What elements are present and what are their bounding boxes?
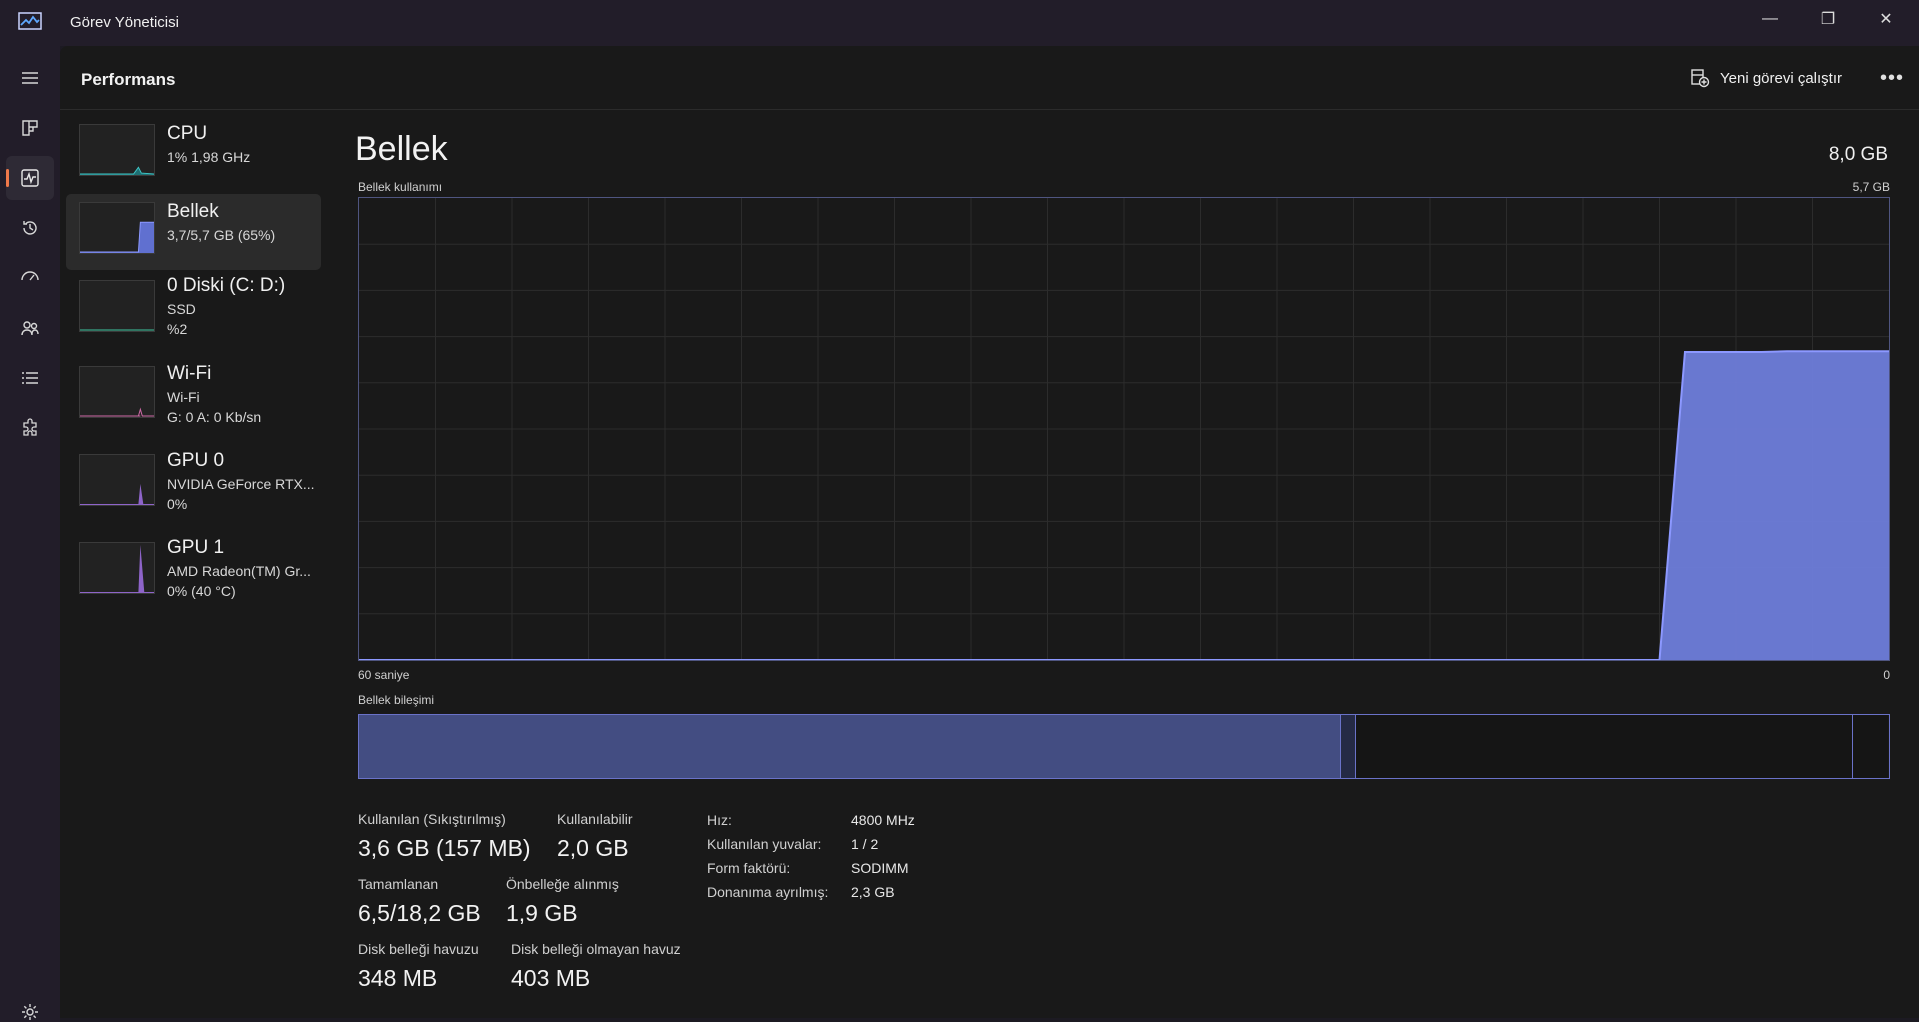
restore-button[interactable]: ❐ — [1795, 0, 1861, 38]
memory-composition-bar[interactable] — [358, 714, 1890, 779]
device-detail-2: G: 0 A: 0 Kb/sn — [167, 409, 262, 425]
device-wifi[interactable]: Wi-Fi Wi-Fi G: 0 A: 0 Kb/sn — [66, 356, 321, 432]
nonpaged-pool-label: Disk belleği olmayan havuz — [511, 941, 681, 957]
nav-startup-apps[interactable] — [6, 256, 54, 300]
memory-thumbnail — [79, 202, 155, 254]
services-puzzle-icon — [23, 418, 37, 436]
device-name: 0 Diski (C: D:) — [167, 275, 286, 296]
device-memory[interactable]: Bellek 3,7/5,7 GB (65%) — [66, 194, 321, 270]
device-name: Wi-Fi — [167, 363, 212, 384]
in-use-value: 3,6 GB (157 MB) — [358, 835, 531, 861]
nav-users[interactable] — [6, 306, 54, 350]
composition-label: Bellek bileşimi — [358, 693, 435, 707]
slots-key: Kullanılan yuvalar: — [707, 836, 822, 852]
composition-standby[interactable] — [1356, 715, 1853, 778]
device-cpu[interactable]: CPU 1% 1,98 GHz — [66, 116, 321, 192]
composition-in-use[interactable] — [359, 715, 1341, 778]
nav-app-history[interactable] — [6, 206, 54, 250]
speed-key: Hız: — [707, 812, 732, 828]
form-factor-value: SODIMM — [851, 860, 909, 876]
form-factor-key: Form faktörü: — [707, 860, 791, 876]
hardware-reserved-key: Donanıma ayrılmış: — [707, 884, 829, 900]
hamburger-icon — [22, 72, 38, 84]
title-bar[interactable]: Görev Yöneticisi — ❐ ✕ — [0, 0, 1919, 46]
main-content: Performans Yeni görevi çalıştır ••• CPU … — [60, 46, 1919, 1018]
processes-icon — [22, 120, 38, 136]
page-header: Performans Yeni görevi çalıştır ••• — [60, 46, 1919, 110]
paged-pool-value: 348 MB — [358, 965, 438, 991]
nav-performance[interactable] — [6, 156, 54, 200]
run-new-task-label: Yeni görevi çalıştır — [1720, 69, 1843, 87]
time-start-label: 60 saniye — [358, 668, 410, 682]
device-detail: 3,7/5,7 GB (65%) — [167, 227, 276, 243]
close-button[interactable]: ✕ — [1853, 0, 1919, 38]
nav-details[interactable] — [6, 356, 54, 400]
device-detail: SSD — [167, 301, 196, 317]
paged-pool-label: Disk belleği havuzu — [358, 941, 479, 957]
cpu-thumbnail — [79, 124, 155, 176]
gpu0-thumbnail — [79, 454, 155, 506]
device-detail-2: %2 — [167, 321, 188, 337]
usage-label: Bellek kullanımı — [358, 180, 443, 194]
cached-label: Önbelleğe alınmış — [506, 876, 619, 892]
nav-services[interactable] — [6, 406, 54, 450]
device-gpu1[interactable]: GPU 1 AMD Radeon(TM) Gr... 0% (40 °C) — [66, 530, 321, 606]
minimize-button[interactable]: — — [1737, 0, 1803, 38]
device-detail: NVIDIA GeForce RTX... — [167, 476, 315, 492]
memory-total: 8,0 GB — [1828, 144, 1888, 165]
usage-max-label: 5,7 GB — [1852, 180, 1890, 194]
window-title: Görev Yöneticisi — [70, 14, 179, 31]
device-gpu0[interactable]: GPU 0 NVIDIA GeForce RTX... 0% — [66, 443, 321, 519]
wifi-thumbnail — [79, 366, 155, 418]
composition-modified[interactable] — [1341, 715, 1356, 778]
menu-toggle-button[interactable] — [6, 56, 54, 100]
committed-label: Tamamlanan — [358, 876, 439, 892]
composition-free[interactable] — [1853, 715, 1888, 778]
run-task-icon — [1691, 69, 1710, 88]
device-detail: Wi-Fi — [167, 389, 200, 405]
device-name: CPU — [167, 123, 208, 144]
more-options-button[interactable]: ••• — [1876, 62, 1908, 94]
users-icon — [21, 321, 39, 336]
device-name: Bellek — [167, 201, 219, 222]
device-disk[interactable]: 0 Diski (C: D:) SSD %2 — [66, 268, 321, 344]
device-name: GPU 0 — [167, 450, 225, 471]
device-detail-2: 0% (40 °C) — [167, 583, 236, 599]
task-manager-app-icon — [18, 12, 42, 30]
device-detail-2: 0% — [167, 496, 188, 512]
nav-processes[interactable] — [6, 106, 54, 150]
hardware-reserved-value: 2,3 GB — [851, 884, 895, 900]
available-label: Kullanılabilir — [557, 811, 633, 827]
memory-usage-chart — [358, 197, 1890, 661]
nonpaged-pool-value: 403 MB — [511, 965, 591, 991]
available-value: 2,0 GB — [557, 835, 629, 861]
slots-value: 1 / 2 — [851, 836, 879, 852]
nav-settings[interactable] — [6, 990, 54, 1022]
time-end-label: 0 — [1883, 668, 1890, 682]
performance-icon — [21, 169, 39, 187]
device-detail: 1% 1,98 GHz — [167, 149, 251, 165]
cached-value: 1,9 GB — [506, 900, 578, 926]
committed-value: 6,5/18,2 GB — [358, 900, 481, 926]
navigation-rail — [0, 46, 60, 1022]
history-icon — [23, 221, 37, 235]
page-title: Performans — [81, 70, 176, 89]
details-list-icon — [22, 372, 38, 384]
memory-usage-svg — [359, 198, 1889, 660]
startup-gauge-icon — [21, 271, 39, 281]
settings-gear-icon — [22, 1004, 38, 1020]
speed-value: 4800 MHz — [851, 812, 915, 828]
disk-thumbnail — [79, 280, 155, 332]
memory-title: Bellek — [355, 130, 448, 168]
gpu1-thumbnail — [79, 542, 155, 594]
device-detail: AMD Radeon(TM) Gr... — [167, 563, 311, 579]
in-use-label: Kullanılan (Sıkıştırılmış) — [358, 811, 506, 827]
run-new-task-button[interactable]: Yeni görevi çalıştır — [1682, 62, 1850, 94]
device-name: GPU 1 — [167, 537, 225, 558]
